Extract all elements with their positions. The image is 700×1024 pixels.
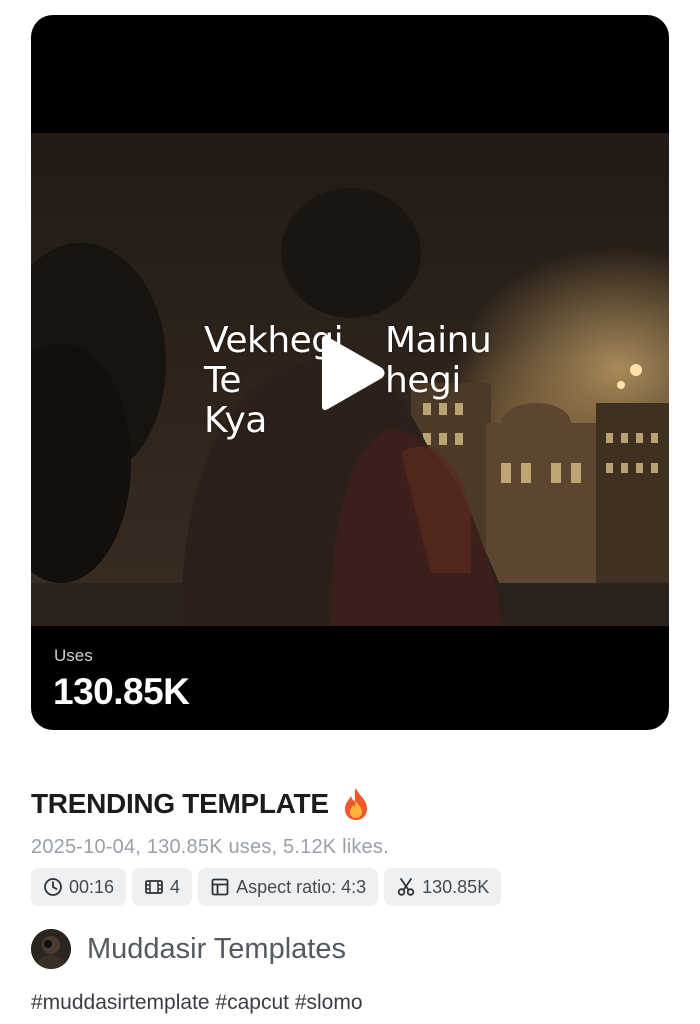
layout-icon — [211, 878, 229, 896]
clips-value: 4 — [170, 876, 181, 897]
avatar[interactable] — [31, 929, 71, 969]
template-title-row: TRENDING TEMPLATE — [31, 787, 371, 821]
video-preview[interactable]: Vekhegi Te Kya Mainu hegi — [31, 133, 669, 626]
video-caption-right: Mainu hegi — [385, 321, 525, 401]
play-icon — [322, 336, 385, 410]
play-button[interactable] — [314, 334, 386, 412]
uses-label: Uses — [54, 646, 93, 665]
template-meta: 2025-10-04, 130.85K uses, 5.12K likes. — [31, 836, 389, 858]
caption-line: hegi — [385, 360, 461, 401]
template-video-card[interactable]: Vekhegi Te Kya Mainu hegi Uses 130.85K — [31, 15, 669, 730]
duration-chip: 00:16 — [31, 868, 127, 906]
aspect-ratio-value: Aspect ratio: 4:3 — [236, 876, 367, 897]
caption-line: Mainu — [385, 320, 492, 361]
template-info-chips: 00:16 4 Aspect ratio: 4:3 130.85K — [31, 868, 502, 906]
aspect-ratio-chip: Aspect ratio: 4:3 — [198, 868, 379, 906]
uses-chip: 130.85K — [384, 868, 502, 906]
template-title: TRENDING TEMPLATE — [31, 788, 329, 819]
uses-count: 130.85K — [53, 671, 190, 712]
film-icon — [145, 880, 163, 894]
fire-icon — [341, 787, 371, 821]
author-profile[interactable]: Muddasir Templates — [31, 929, 346, 969]
duration-value: 00:16 — [69, 876, 115, 897]
clock-icon — [44, 878, 62, 896]
scissors-icon — [397, 878, 415, 896]
clips-chip: 4 — [132, 868, 193, 906]
author-name[interactable]: Muddasir Templates — [87, 933, 346, 966]
uses-chip-value: 130.85K — [422, 876, 490, 897]
template-hashtags[interactable]: #muddasirtemplate #capcut #slomo — [31, 991, 363, 1015]
